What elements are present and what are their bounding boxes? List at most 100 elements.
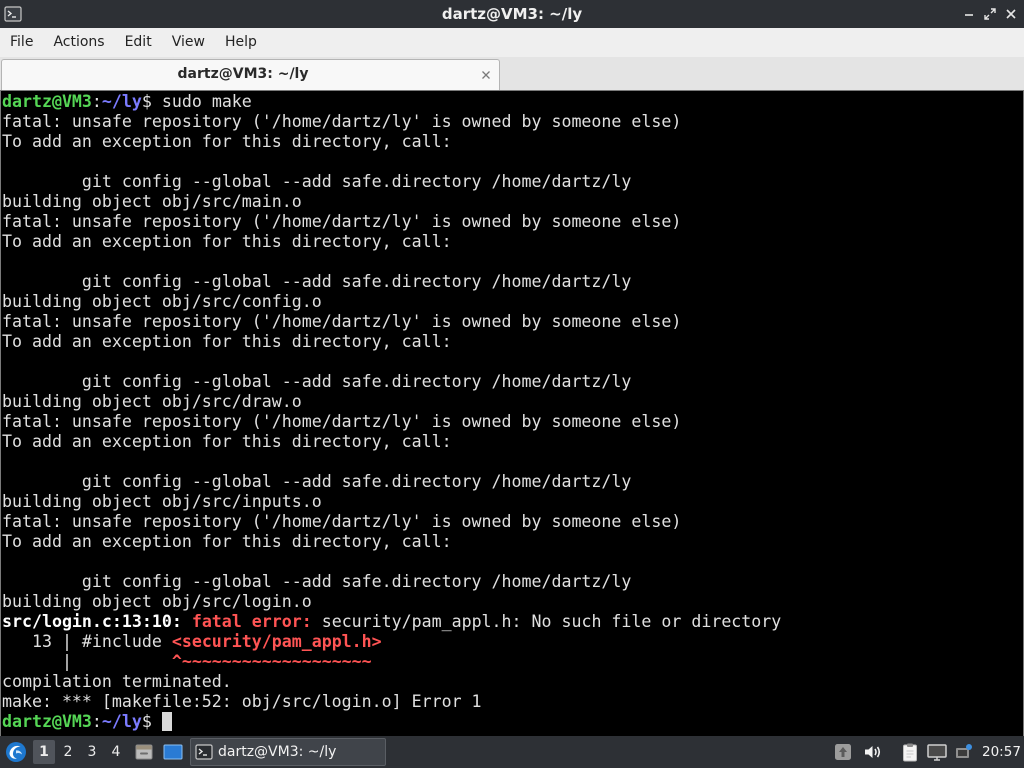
output-text: $	[141, 712, 162, 731]
desktop-button-4[interactable]: 4	[105, 740, 127, 764]
terminal-line: To add an exception for this directory, …	[2, 132, 1023, 152]
desktop-button-1[interactable]: 1	[33, 740, 55, 764]
output-text: building object obj/src/draw.o	[2, 392, 302, 411]
terminal-line: fatal: unsafe repository ('/home/dartz/l…	[2, 212, 1023, 232]
output-text: building object obj/src/inputs.o	[2, 492, 322, 511]
close-tab-icon[interactable]	[479, 68, 493, 82]
prompt-user: dartz@VM3	[2, 712, 92, 731]
terminal-output[interactable]: dartz@VM3:~/ly$ sudo make fatal: unsafe r…	[0, 90, 1024, 736]
prompt-path: ~/ly	[101, 92, 142, 111]
output-text: $ sudo make	[141, 92, 252, 111]
taskbar: 1 2 3 4 dartz@VM3: ~/ly 20:57	[0, 736, 1024, 768]
output-text: security/pam_appl.h: No such file or dir…	[311, 612, 782, 631]
terminal-tab[interactable]: dartz@VM3: ~/ly	[1, 59, 500, 90]
file-manager-icon[interactable]	[134, 742, 154, 762]
output-text: git config --global --add safe.directory…	[2, 272, 632, 291]
terminal-line: src/login.c:13:10: fatal error: security…	[2, 612, 1023, 632]
terminal-line: dartz@VM3:~/ly$	[2, 712, 1023, 732]
output-text: To add an exception for this directory, …	[2, 232, 452, 251]
error-text: ^~~~~~~~~~~~~~~~~~~~	[171, 652, 372, 671]
terminal-line: building object obj/src/login.o	[2, 592, 1023, 612]
terminal-cursor	[161, 712, 172, 731]
output-text: fatal: unsafe repository ('/home/dartz/l…	[2, 512, 682, 531]
terminal-line: git config --global --add safe.directory…	[2, 372, 1023, 392]
terminal-line: compilation terminated.	[2, 672, 1023, 692]
terminal-line: git config --global --add safe.directory…	[2, 172, 1023, 192]
output-text: To add an exception for this directory, …	[2, 532, 452, 551]
application-menu-icon[interactable]	[5, 741, 27, 763]
terminal-line: fatal: unsafe repository ('/home/dartz/l…	[2, 112, 1023, 132]
output-text: fatal: unsafe repository ('/home/dartz/l…	[2, 312, 682, 331]
output-text: git config --global --add safe.directory…	[2, 472, 632, 491]
menu-help[interactable]: Help	[215, 28, 267, 57]
clipboard-icon[interactable]	[900, 742, 920, 762]
error-text: fatal error:	[191, 612, 312, 631]
terminal-line: | ^~~~~~~~~~~~~~~~~~~~	[2, 652, 1023, 672]
menu-edit[interactable]: Edit	[115, 28, 162, 57]
clock[interactable]: 20:57	[982, 736, 1021, 768]
task-label: dartz@VM3: ~/ly	[218, 744, 337, 760]
output-text: |	[2, 652, 172, 671]
tab-label: dartz@VM3: ~/ly	[177, 66, 309, 82]
window-titlebar[interactable]: dartz@VM3: ~/ly	[0, 0, 1024, 28]
minimize-icon[interactable]	[962, 7, 976, 21]
prompt-path: ~/ly	[101, 712, 142, 731]
terminal-line: fatal: unsafe repository ('/home/dartz/l…	[2, 512, 1023, 532]
output-text: :	[91, 92, 102, 111]
bold-text: src/login.c:13:10:	[2, 612, 182, 631]
output-text: To add an exception for this directory, …	[2, 332, 452, 351]
output-text: fatal: unsafe repository ('/home/dartz/l…	[2, 112, 682, 131]
network-icon[interactable]	[926, 742, 948, 762]
tab-bar: dartz@VM3: ~/ly	[0, 57, 1024, 90]
terminal-line: building object obj/src/main.o	[2, 192, 1023, 212]
terminal-icon[interactable]	[4, 5, 22, 23]
terminal-line: fatal: unsafe repository ('/home/dartz/l…	[2, 312, 1023, 332]
output-text: fatal: unsafe repository ('/home/dartz/l…	[2, 212, 682, 231]
update-icon[interactable]	[833, 742, 853, 762]
terminal-line: To add an exception for this directory, …	[2, 432, 1023, 452]
output-text: compilation terminated.	[2, 672, 232, 691]
output-text: git config --global --add safe.directory…	[2, 172, 632, 191]
error-text: <security/pam_appl.h>	[171, 632, 382, 651]
terminal-line: 13 | #include <security/pam_appl.h>	[2, 632, 1023, 652]
menu-file[interactable]: File	[0, 28, 43, 57]
terminal-line: git config --global --add safe.directory…	[2, 272, 1023, 292]
terminal-line: To add an exception for this directory, …	[2, 232, 1023, 252]
terminal-line: make: *** [makefile:52: obj/src/login.o]…	[2, 692, 1023, 712]
output-text: building object obj/src/main.o	[2, 192, 302, 211]
output-text: fatal: unsafe repository ('/home/dartz/l…	[2, 412, 682, 431]
menu-bar: File Actions Edit View Help	[0, 28, 1024, 57]
volume-icon[interactable]	[862, 742, 882, 762]
show-desktop-icon[interactable]	[163, 742, 183, 762]
output-text: git config --global --add safe.directory…	[2, 372, 632, 391]
output-text: building object obj/src/config.o	[2, 292, 322, 311]
output-text: :	[91, 712, 102, 731]
terminal-line: building object obj/src/config.o	[2, 292, 1023, 312]
terminal-line: To add an exception for this directory, …	[2, 332, 1023, 352]
network-status-icon[interactable]	[955, 742, 973, 762]
output-text: 13 | #include	[2, 632, 172, 651]
terminal-icon	[195, 743, 213, 761]
output-text: To add an exception for this directory, …	[2, 132, 452, 151]
output-text: building object obj/src/login.o	[2, 592, 312, 611]
terminal-line: building object obj/src/inputs.o	[2, 492, 1023, 512]
desktop-button-3[interactable]: 3	[81, 740, 103, 764]
taskbar-task-terminal[interactable]: dartz@VM3: ~/ly	[190, 738, 386, 766]
terminal-line: building object obj/src/draw.o	[2, 392, 1023, 412]
menu-view[interactable]: View	[162, 28, 215, 57]
terminal-line: git config --global --add safe.directory…	[2, 472, 1023, 492]
window-title: dartz@VM3: ~/ly	[441, 5, 583, 23]
output-text: To add an exception for this directory, …	[2, 432, 452, 451]
output-text: git config --global --add safe.directory…	[2, 572, 632, 591]
terminal-line: dartz@VM3:~/ly$ sudo make	[2, 92, 1023, 112]
menu-actions[interactable]: Actions	[43, 28, 114, 57]
desktop-button-2[interactable]: 2	[57, 740, 79, 764]
close-icon[interactable]	[1004, 7, 1018, 21]
output-text: make: *** [makefile:52: obj/src/login.o]…	[2, 692, 482, 711]
maximize-icon[interactable]	[983, 7, 997, 21]
